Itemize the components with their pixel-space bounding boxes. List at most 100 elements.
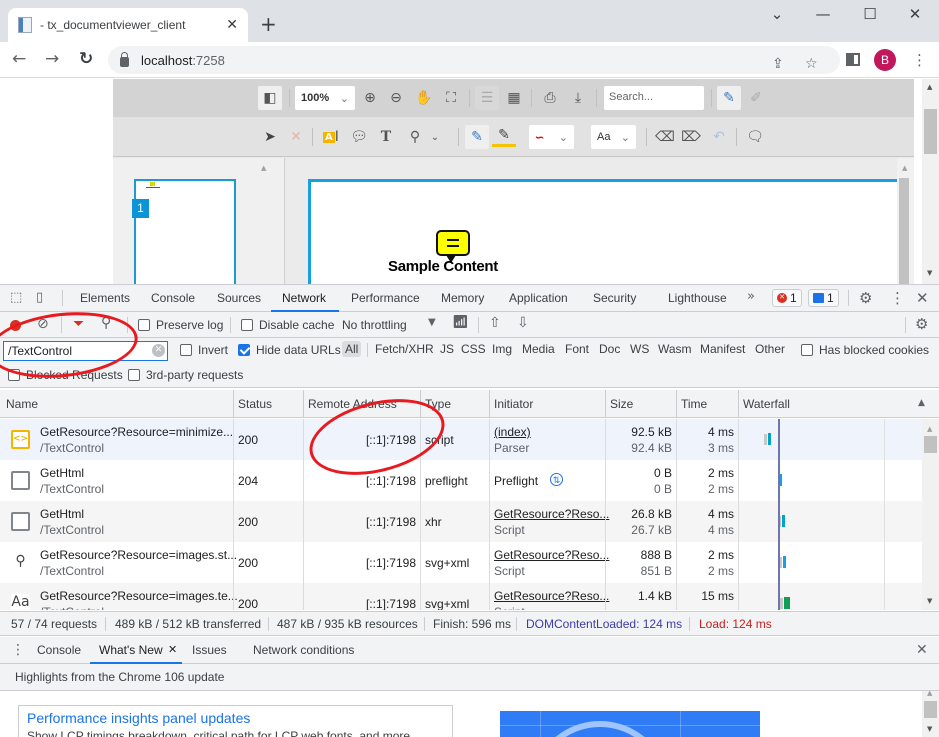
line-color-select[interactable]: ∽ ⌄ [529, 125, 574, 149]
comment-icon[interactable]: 💬︎ [347, 125, 371, 149]
free-text-icon[interactable]: T [374, 125, 398, 149]
filter-type-other[interactable]: Other [752, 341, 788, 357]
comments-panel-icon[interactable]: 🗨︎ [743, 125, 767, 149]
document-scrollbar[interactable]: ▲ [897, 158, 914, 284]
download-icon[interactable]: ⤓ [566, 86, 590, 110]
filter-type-css[interactable]: CSS [458, 341, 489, 357]
drawer-scroll-up-icon[interactable]: ▲ [927, 689, 932, 697]
column-header-waterfall[interactable]: Waterfall [743, 397, 790, 411]
initiator-link[interactable]: Preflight [494, 474, 538, 488]
fit-page-icon[interactable]: ⛶ [439, 86, 463, 110]
column-divider[interactable] [676, 390, 677, 417]
throttling-dropdown-icon[interactable]: ▼ [428, 317, 436, 328]
page-scroll-up-icon[interactable]: ▲ [927, 83, 932, 91]
select-pointer-icon[interactable]: ➤ [258, 125, 282, 149]
drawer-scrollbar-thumb[interactable] [924, 701, 937, 718]
request-name[interactable]: GetResource?Resource=minimize... [40, 425, 233, 439]
annotation-mode-pen-icon[interactable]: ✎ [717, 86, 741, 110]
table-scroll-up-icon[interactable]: ▲ [927, 425, 932, 433]
column-header-status[interactable]: Status [238, 397, 272, 411]
pan-hand-icon[interactable]: ✋ [412, 86, 436, 110]
drawer-tab-network-conditions[interactable]: Network conditions [253, 643, 354, 657]
waterfall-timing-bar[interactable] [784, 597, 790, 609]
network-table-scrollbar[interactable]: ▲ ▼ [922, 419, 939, 610]
filter-type-doc[interactable]: Doc [596, 341, 623, 357]
font-size-select[interactable]: Aa ⌄ [591, 125, 636, 149]
undo-icon[interactable]: ↶ [707, 125, 731, 149]
column-divider[interactable] [303, 390, 304, 417]
drawer-tab-issues[interactable]: Issues [192, 643, 227, 657]
tab-memory[interactable]: Memory [441, 291, 484, 305]
preserve-log-checkbox[interactable] [138, 319, 150, 331]
has-blocked-cookies-checkbox[interactable] [801, 344, 813, 356]
table-row[interactable]: GetHtml/TextControl 200 [::1]:7198 xhr GetRe… [0, 501, 922, 542]
initiator-link[interactable]: GetResource?Reso... [494, 589, 609, 603]
tab-elements[interactable]: Elements [80, 291, 130, 305]
print-icon[interactable]: ⎙ [538, 86, 562, 110]
reload-button[interactable]: ↻ [79, 49, 93, 69]
whats-new-card-title[interactable]: Performance insights panel updates [27, 710, 444, 726]
share-icon[interactable]: ⇪ [772, 56, 784, 72]
column-header-size[interactable]: Size [610, 397, 633, 411]
delete-annotation-icon[interactable]: ✕ [284, 125, 308, 149]
filter-type-manifest[interactable]: Manifest [697, 341, 748, 357]
export-har-download-icon[interactable]: ⇩ [517, 315, 529, 331]
close-tab-icon[interactable]: ✕ [226, 17, 238, 33]
page-thumbnail[interactable] [134, 179, 236, 284]
column-divider[interactable] [233, 390, 234, 417]
tab-security[interactable]: Security [593, 291, 636, 305]
drawer-tab-console[interactable]: Console [37, 643, 81, 657]
tab-application[interactable]: Application [509, 291, 568, 305]
network-conditions-wifi-icon[interactable]: 📶︎ [452, 315, 469, 330]
close-window-button[interactable]: ✕ [905, 5, 925, 23]
drawer-scrollbar[interactable]: ▲ ▼ [922, 689, 939, 737]
erase-all-icon[interactable]: ⌦ [679, 125, 703, 149]
filter-type-wasm[interactable]: Wasm [655, 341, 695, 357]
column-header-name[interactable]: Name [6, 397, 38, 411]
tab-search-chevron-icon[interactable]: ⌄ [767, 5, 787, 23]
error-count-badge[interactable]: ✕ 1 [772, 289, 802, 307]
network-settings-gear-icon[interactable]: ⚙ [915, 315, 928, 333]
tab-sources[interactable]: Sources [217, 291, 261, 305]
clear-filter-icon[interactable]: ✕ [152, 344, 165, 357]
page-scrollbar-thumb[interactable] [924, 109, 937, 154]
waterfall-timing-bar[interactable] [782, 515, 785, 527]
document-scrollbar-thumb[interactable] [899, 178, 909, 284]
profile-avatar[interactable]: B [874, 49, 896, 71]
browser-tab[interactable]: - tx_documentviewer_client ✕ [8, 8, 248, 42]
request-name[interactable]: GetResource?Resource=images.te... [40, 589, 238, 603]
page-scroll-down-icon[interactable]: ▼ [927, 269, 932, 277]
preflight-icon[interactable]: ⇅ [550, 473, 563, 486]
thumb-scroll-up-icon[interactable]: ▲ [261, 164, 266, 172]
bookmark-star-icon[interactable]: ☆ [805, 56, 818, 72]
side-panel-icon[interactable] [846, 53, 860, 66]
column-divider[interactable] [738, 390, 739, 417]
table-row[interactable]: <> GetResource?Resource=minimize... /TextC… [0, 419, 922, 460]
table-row[interactable]: ⚲ GetResource?Resource=images.st... /TextC… [0, 542, 922, 583]
scroll-up-icon[interactable]: ▲ [902, 164, 907, 172]
zoom-select[interactable]: 100% ⌄ [295, 86, 355, 110]
inspect-element-icon[interactable]: ⬚ [10, 290, 22, 305]
close-whats-new-icon[interactable]: ✕ [168, 643, 177, 656]
tab-lighthouse[interactable]: Lighthouse [668, 291, 727, 305]
drawer-tab-whats-new[interactable]: What's New [99, 643, 163, 657]
waterfall-timing-bar[interactable] [783, 556, 786, 568]
eraser-icon[interactable]: ⌫ [653, 125, 677, 149]
zoom-in-icon[interactable]: ⊕ [358, 86, 382, 110]
request-name[interactable]: GetHtml [40, 507, 84, 521]
tab-console[interactable]: Console [151, 291, 195, 305]
table-scrollbar-thumb[interactable] [924, 436, 937, 453]
maximize-window-button[interactable]: ☐ [860, 5, 880, 23]
thumbnail-grid-icon[interactable]: ▦ [502, 86, 526, 110]
throttling-select[interactable]: No throttling [342, 318, 407, 332]
table-row[interactable]: Aa GetResource?Resource=images.te... /Text… [0, 583, 922, 610]
forward-button[interactable]: → [45, 49, 59, 69]
address-bar[interactable]: localhost:7258 ⇪ ☆ [108, 46, 840, 74]
request-name[interactable]: GetResource?Resource=images.st... [40, 548, 237, 562]
stamp-dropdown-chevron-icon[interactable]: ⌄ [423, 125, 447, 149]
message-count-badge[interactable]: 1 [808, 289, 839, 307]
initiator-link[interactable]: GetResource?Reso... [494, 507, 609, 521]
chrome-menu-icon[interactable]: ⋮ [912, 51, 927, 69]
column-header-initiator[interactable]: Initiator [494, 397, 533, 411]
table-scroll-down-icon[interactable]: ▼ [927, 597, 932, 605]
